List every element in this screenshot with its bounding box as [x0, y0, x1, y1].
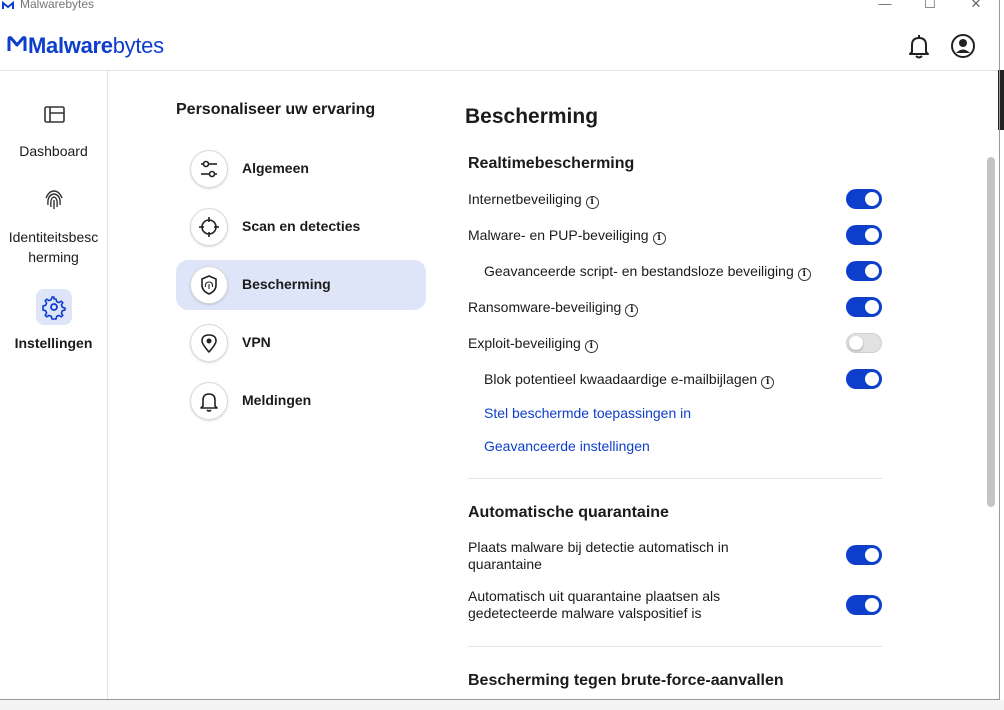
menu-item-protection[interactable]: Bescherming [176, 260, 426, 310]
sidebar: Dashboard Identiteitsbesc herming Instel… [0, 71, 108, 700]
toggle-knob [865, 300, 879, 314]
menu-item-scan[interactable]: Scan en detecties [176, 202, 426, 252]
toggle-exploit-protection[interactable] [846, 333, 882, 353]
toggle-knob [865, 548, 879, 562]
menu-item-general[interactable]: Algemeen [176, 144, 426, 194]
setting-row-label: Plaats malware bij detectie automatisch … [468, 539, 729, 572]
dashboard-icon [43, 106, 65, 123]
toggle-knob [865, 264, 879, 278]
crosshair-icon [199, 217, 219, 237]
toggle-auto-quarantine[interactable] [846, 545, 882, 565]
sidebar-item-label: Dashboard [19, 143, 88, 159]
sidebar-item-settings[interactable]: Instellingen [0, 289, 107, 353]
sidebar-item-label: Identiteitsbesc herming [8, 229, 99, 265]
section-title-brute-force: Bescherming tegen brute-force-aanvallen [468, 672, 784, 689]
link-protected-applications[interactable]: Stel beschermde toepassingen in [484, 405, 691, 421]
bell-icon [200, 393, 218, 412]
toggle-knob [849, 336, 863, 350]
vertical-scrollbar[interactable] [987, 157, 995, 507]
shield-icon [201, 275, 217, 295]
info-icon[interactable]: i [585, 196, 599, 209]
setting-row-label: Blok potentieel kwaadaardige e-mailbijla… [484, 371, 775, 389]
background-window-edge [998, 70, 1004, 130]
section-title-quarantine: Automatische quarantaine [468, 504, 669, 521]
account-icon[interactable] [950, 33, 976, 59]
sidebar-item-identity[interactable]: Identiteitsbesc herming [0, 183, 107, 267]
menu-item-label: Meldingen [242, 392, 312, 408]
link-advanced-settings[interactable]: Geavanceerde instellingen [484, 438, 650, 454]
toggle-ransomware-protection[interactable] [846, 297, 882, 317]
toggle-knob [865, 192, 879, 206]
setting-row-label: Ransomware-beveiliging i [468, 299, 639, 317]
malwarebytes-logo-icon [7, 36, 27, 51]
gear-icon [35, 289, 72, 325]
menu-item-notifications[interactable]: Meldingen [176, 376, 426, 426]
section-divider [468, 646, 882, 647]
toggle-knob [865, 228, 879, 242]
toggle-script-fileless-protection[interactable] [846, 261, 882, 281]
setting-row-label: Geavanceerde script- en bestandsloze bev… [484, 263, 811, 281]
toggle-web-protection[interactable] [846, 189, 882, 209]
close-button[interactable]: ✕ [961, 0, 991, 12]
toggle-knob [865, 598, 879, 612]
menu-item-label: Scan en detecties [242, 218, 361, 234]
setting-row-label: Automatisch uit quarantaine plaatsen als… [468, 588, 721, 621]
menu-item-vpn[interactable]: VPN [176, 318, 426, 368]
menu-item-label: VPN [242, 334, 271, 350]
desktop-background [0, 700, 1004, 710]
toggle-block-email-attachments[interactable] [846, 369, 882, 389]
info-icon[interactable]: i [761, 376, 775, 389]
menu-icon-circle [190, 266, 228, 304]
page-title: Bescherming [465, 105, 599, 128]
window-title-bar: Malwarebytes — ☐ ✕ [0, 0, 1000, 12]
info-icon[interactable]: i [625, 304, 639, 317]
setting-row-label: Exploit-beveiliging i [468, 335, 598, 353]
info-icon[interactable]: i [584, 340, 598, 353]
brand-logo: Malwarebytes [28, 33, 164, 58]
sidebar-item-dashboard[interactable]: Dashboard [0, 97, 107, 161]
toggle-auto-restore-false-positive[interactable] [846, 595, 882, 615]
menu-item-label: Algemeen [242, 160, 309, 176]
info-icon[interactable]: i [797, 268, 811, 281]
location-pin-icon [201, 334, 217, 353]
menu-icon-circle [190, 208, 228, 246]
toggle-knob [865, 372, 879, 386]
window-title: Malwarebytes [20, 0, 95, 11]
maximize-button[interactable]: ☐ [915, 0, 945, 12]
menu-icon-circle [190, 150, 228, 188]
malwarebytes-logo-icon [2, 0, 14, 9]
menu-item-label: Bescherming [242, 276, 331, 292]
setting-row-label: Internetbeveiliging i [468, 191, 599, 209]
bell-icon[interactable] [906, 33, 932, 59]
settings-menu-title: Personaliseer uw ervaring [176, 101, 376, 118]
sidebar-item-label: Instellingen [14, 335, 93, 351]
section-divider [468, 478, 882, 479]
toggle-malware-pup-protection[interactable] [846, 225, 882, 245]
sliders-icon [201, 160, 217, 178]
section-title-realtime: Realtimebescherming [468, 155, 635, 172]
menu-icon-circle [190, 382, 228, 420]
app-header: Malwarebytes [0, 12, 1000, 71]
info-icon[interactable]: i [652, 232, 666, 245]
fingerprint-icon [44, 190, 63, 209]
minimize-button[interactable]: — [870, 0, 900, 11]
setting-row-label: Malware- en PUP-beveiliging i [468, 227, 666, 245]
menu-icon-circle [190, 324, 228, 362]
